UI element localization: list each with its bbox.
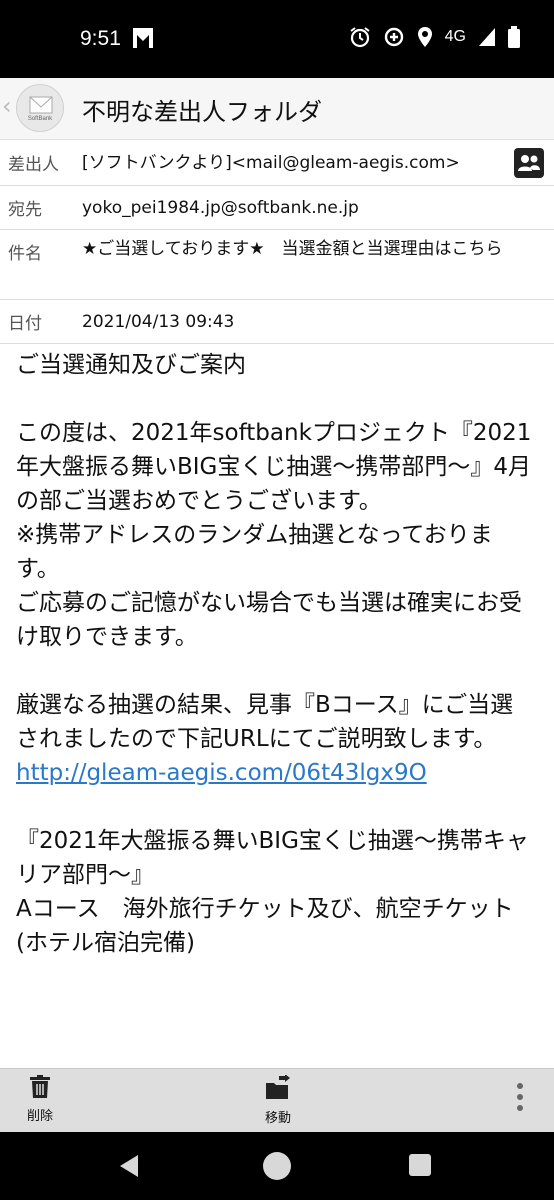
body-note: ※携帯アドレスのランダム抽選となっております。 (16, 522, 493, 582)
delete-label: 削除 (26, 1109, 53, 1124)
contacts-icon[interactable] (514, 148, 544, 178)
to-row: 宛先 yoko_pei1984.jp@softbank.ne.jp (0, 186, 554, 230)
trash-icon (30, 1075, 50, 1098)
softbank-logo[interactable]: SoftBank (16, 84, 64, 132)
from-value[interactable]: [ソフトバンクより]<mail@gleam-aegis.com> (82, 150, 460, 177)
nav-recents-icon[interactable] (409, 1154, 431, 1176)
body-greeting: ご当選通知及びご案内 (16, 352, 246, 378)
status-icons: 4G (349, 26, 520, 48)
nav-back-icon[interactable] (118, 1154, 140, 1182)
from-row: 差出人 [ソフトバンクより]<mail@gleam-aegis.com> (0, 140, 554, 186)
subject-row: 件名 ★ご当選しております★ 当選金額と当選理由はこちら (0, 230, 554, 300)
signal-icon (478, 27, 496, 47)
system-nav-bar (0, 1132, 554, 1200)
battery-icon (508, 26, 520, 48)
status-time: 9:51 (80, 27, 121, 50)
body-paragraph: この度は、2021年softbankプロジェクト『2021年大盤振る舞いBIG宝… (16, 420, 532, 514)
date-label: 日付 (8, 314, 42, 334)
body-paragraph: 厳選なる抽選の結果、見事『Bコース』にご当選されましたので下記URLにてご説明致… (16, 692, 514, 752)
gmail-icon (132, 26, 154, 50)
network-type-label: 4G (444, 28, 466, 45)
body-paragraph: Aコース 海外旅行チケット及び、航空チケット(ホテル宿泊完備) (16, 896, 514, 956)
data-saver-icon (383, 26, 405, 48)
move-label: 移動 (264, 1111, 291, 1126)
app-header: ‹ SoftBank 不明な差出人フォルダ (0, 78, 554, 140)
chevron-left-icon[interactable]: ‹ (2, 92, 12, 120)
subject-label: 件名 (8, 244, 42, 264)
date-row: 日付 2021/04/13 09:43 (0, 300, 554, 344)
move-folder-icon (266, 1074, 290, 1099)
body-paragraph: ご応募のご記憶がない場合でも当選は確実にお受け取りできます。 (16, 590, 522, 650)
status-bar: 9:51 4G (0, 0, 554, 78)
delete-button[interactable]: 削除 (18, 1075, 62, 1124)
body-link[interactable]: http://gleam-aegis.com/06t43lgx9O (16, 760, 427, 786)
subject-value: ★ご当選しております★ 当選金額と当選理由はこちら (82, 239, 503, 259)
date-value: 2021/04/13 09:43 (82, 312, 235, 332)
more-options-icon[interactable] (516, 1083, 524, 1117)
location-icon (417, 26, 433, 48)
move-button[interactable]: 移動 (255, 1074, 301, 1126)
from-label: 差出人 (8, 155, 59, 175)
bottom-toolbar: 削除 移動 (0, 1068, 554, 1132)
envelope-icon (29, 96, 53, 114)
logo-text: SoftBank (27, 116, 53, 122)
nav-home-icon[interactable] (263, 1152, 291, 1180)
to-value[interactable]: yoko_pei1984.jp@softbank.ne.jp (82, 195, 359, 222)
alarm-icon (349, 26, 371, 48)
folder-title: 不明な差出人フォルダ (82, 98, 322, 126)
body-paragraph: 『2021年大盤振る舞いBIG宝くじ抽選〜携帯キャリア部門〜』 (16, 828, 529, 888)
mail-body: ご当選通知及びご案内 この度は、2021年softbankプロジェクト『2021… (16, 348, 536, 1068)
to-label: 宛先 (8, 200, 42, 220)
